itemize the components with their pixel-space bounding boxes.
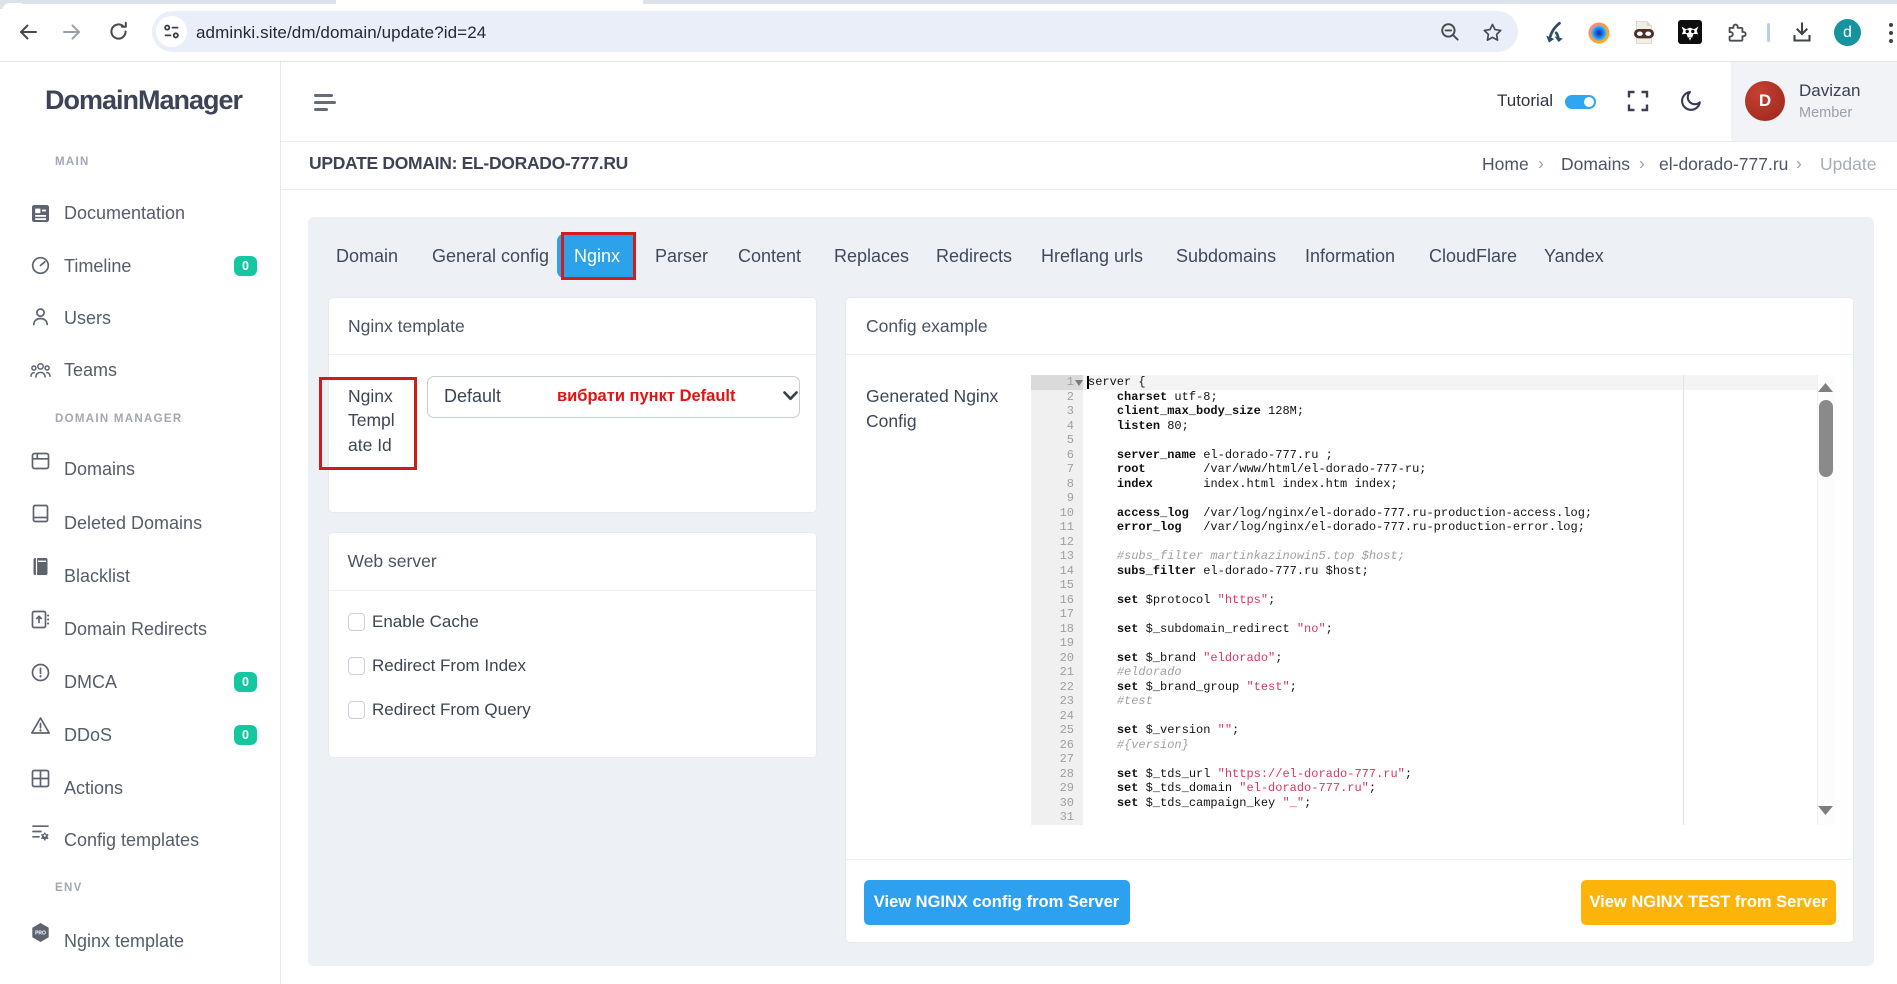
svg-text:PRO: PRO [35, 931, 46, 937]
